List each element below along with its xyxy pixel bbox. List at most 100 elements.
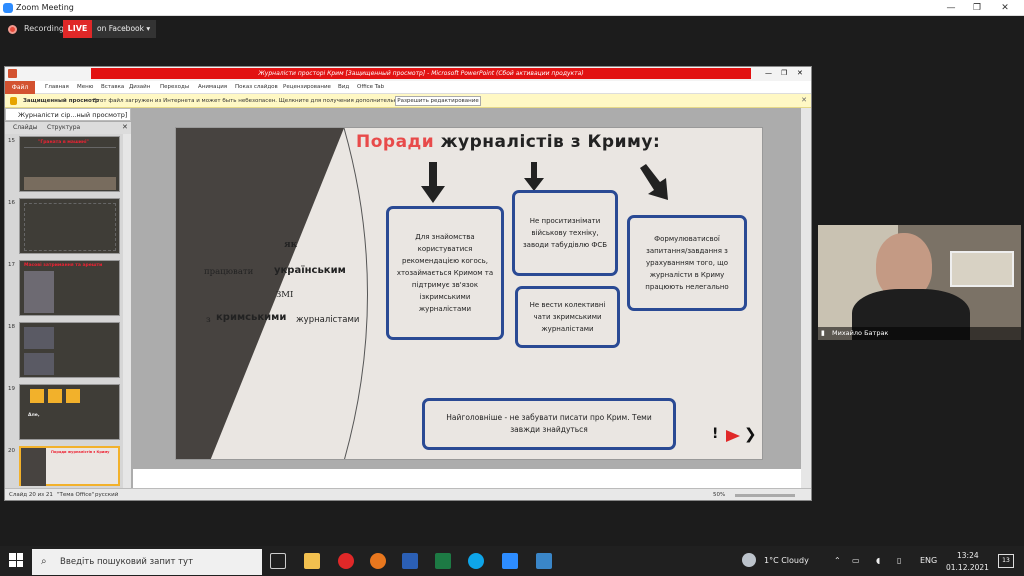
weather-icon[interactable] [742, 553, 756, 567]
live-badge[interactable]: LIVE [63, 20, 92, 38]
firefox-icon[interactable] [370, 553, 386, 569]
photos-icon[interactable] [536, 553, 552, 569]
volume-icon[interactable]: ◖ [876, 556, 880, 565]
clock-time[interactable]: 13:24 [957, 551, 979, 560]
status-bar: Слайд 20 из 21 "Тема Office" русский 50% [5, 488, 811, 500]
opera-icon[interactable] [338, 553, 354, 569]
thumb-image [24, 353, 54, 375]
tab-slideshow[interactable]: Показ слайдов [235, 84, 278, 90]
file-explorer-icon[interactable] [304, 553, 320, 569]
participant-video[interactable] [818, 225, 1021, 340]
thumb-sticky-note [48, 389, 62, 403]
thumb-image [24, 177, 116, 190]
task-view-icon[interactable] [270, 553, 286, 569]
chevron-right-icon: ❯ [744, 425, 757, 443]
live-target-dropdown[interactable]: on Facebook ▾ [92, 20, 156, 38]
tab-menu[interactable]: Меню [77, 84, 93, 90]
thumb-sticky-note [30, 389, 44, 403]
thumb-number: 17 [8, 262, 15, 268]
thumb-text-block [24, 147, 116, 175]
file-tab[interactable]: Файл [5, 81, 35, 94]
document-tab[interactable]: Журналісти сір...ный просмотр] [5, 108, 131, 121]
keyboard-language[interactable]: ENG [920, 556, 937, 565]
left-text-line4b: кримськими [216, 312, 287, 323]
slide-thumbnail[interactable]: Масові затримання та арешти [19, 260, 120, 316]
minimize-icon[interactable]: — [938, 1, 964, 15]
live-target-label: on Facebook [97, 24, 144, 33]
thumbnails-scrollbar[interactable] [123, 134, 131, 488]
slide-scrollbar[interactable] [801, 108, 811, 488]
zoom-app-icon[interactable] [502, 553, 518, 569]
recording-label[interactable]: Recording [24, 24, 64, 33]
tab-transitions[interactable]: Переходы [160, 84, 189, 90]
tab-view[interactable]: Вид [338, 84, 349, 90]
close-icon[interactable]: ✕ [992, 1, 1018, 15]
thumb-number: 16 [8, 200, 15, 206]
slide-thumbnail[interactable]: "Граната в машині" [19, 136, 120, 192]
chevron-down-icon: ▾ [146, 24, 151, 33]
participant-name: Михайло Батрак [832, 329, 889, 337]
slide-thumbnail[interactable] [19, 322, 120, 378]
exclamation-icon: ! [712, 426, 719, 442]
windows-start-icon[interactable] [9, 553, 23, 567]
tab-structure[interactable]: Структура [47, 124, 80, 131]
slide-title: Поради журналістів з Криму: [356, 132, 660, 152]
tab-home[interactable]: Главная [45, 84, 69, 90]
excel-icon[interactable] [435, 553, 451, 569]
left-text-line2a: працювати [204, 267, 254, 277]
arrow-down-icon [421, 162, 445, 203]
thumb-title: "Граната в машині" [38, 140, 89, 145]
zoom-slider[interactable] [735, 494, 795, 497]
weather-text[interactable]: 1°C Cloudy [764, 556, 809, 565]
ppt-restore-icon[interactable]: ❐ [781, 69, 787, 77]
maximize-icon[interactable]: ❐ [964, 1, 990, 15]
window-title-bar: Zoom Meeting — ❐ ✕ [0, 0, 1024, 16]
protected-view-label: Защищенный просмотр [23, 98, 99, 104]
clock-date[interactable]: 01.12.2021 [946, 563, 989, 572]
battery-icon[interactable]: ▯ [897, 556, 901, 565]
slide-canvas: Поради журналістів з Криму: як працювати… [175, 127, 763, 460]
protected-view-message: Этот файл загружен из Интернета и может … [93, 98, 436, 104]
network-icon[interactable]: ▭ [852, 556, 860, 565]
slide-thumbnail[interactable] [19, 198, 120, 254]
advice-box-main: Найголовніше - не забувати писати про Кр… [422, 398, 676, 450]
powerpoint-window: Журналісти просторі Крим [Защищенный про… [4, 66, 812, 501]
zoom-level[interactable]: 50% [713, 492, 725, 498]
thumb-title: Масові затримання та арешти [24, 263, 103, 268]
left-text-line2b: українським [274, 265, 346, 276]
recording-icon [8, 25, 17, 34]
close-icon[interactable]: ✕ [801, 96, 807, 104]
thumb-number: 19 [8, 386, 15, 392]
arrow-down-icon [524, 162, 544, 191]
notifications-icon[interactable]: 13 [998, 554, 1014, 568]
tab-design[interactable]: Дизайн [129, 84, 150, 90]
title-rest: журналістів з Криму: [434, 132, 661, 152]
enable-editing-button[interactable]: Разрешить редактирование [395, 96, 481, 106]
advice-box-2: Не проситизнімати військову техніку, зав… [512, 190, 618, 276]
tab-review[interactable]: Рецензирование [283, 84, 331, 90]
ppt-close-icon[interactable]: ✕ [797, 69, 803, 77]
taskbar-search-input[interactable]: ⌕ Введіть пошуковий запит тут [32, 549, 262, 575]
close-panel-icon[interactable]: ✕ [122, 123, 128, 131]
skype-icon[interactable] [468, 553, 484, 569]
tab-animation[interactable]: Анимация [198, 84, 227, 90]
ppt-document-title: Журналісти просторі Крим [Защищенный про… [91, 68, 751, 79]
thumb-number: 18 [8, 324, 15, 330]
tab-slides[interactable]: Слайды [13, 124, 38, 131]
tray-chevron-up-icon[interactable]: ⌃ [834, 556, 841, 565]
tab-insert[interactable]: Вставка [101, 84, 124, 90]
ppt-title-bar: Журналісти просторі Крим [Защищенный про… [5, 67, 811, 81]
thumb-image [24, 327, 54, 349]
zoom-logo-icon [3, 3, 13, 13]
slide-thumbnail[interactable]: Але, [19, 384, 120, 440]
slide-thumbnail-selected[interactable]: Поради журналістів з Криму [19, 446, 120, 486]
thumb-title: Але, [28, 413, 40, 418]
tab-office-tab[interactable]: Office Tab [357, 84, 384, 90]
left-text-line4c: журналістами [296, 315, 360, 325]
language-indicator: русский [95, 492, 119, 498]
word-icon[interactable] [402, 553, 418, 569]
notes-pane[interactable] [133, 469, 801, 488]
ppt-minimize-icon[interactable]: — [765, 69, 772, 77]
window-title: Zoom Meeting [16, 3, 74, 12]
thumb-text-block [24, 203, 116, 251]
